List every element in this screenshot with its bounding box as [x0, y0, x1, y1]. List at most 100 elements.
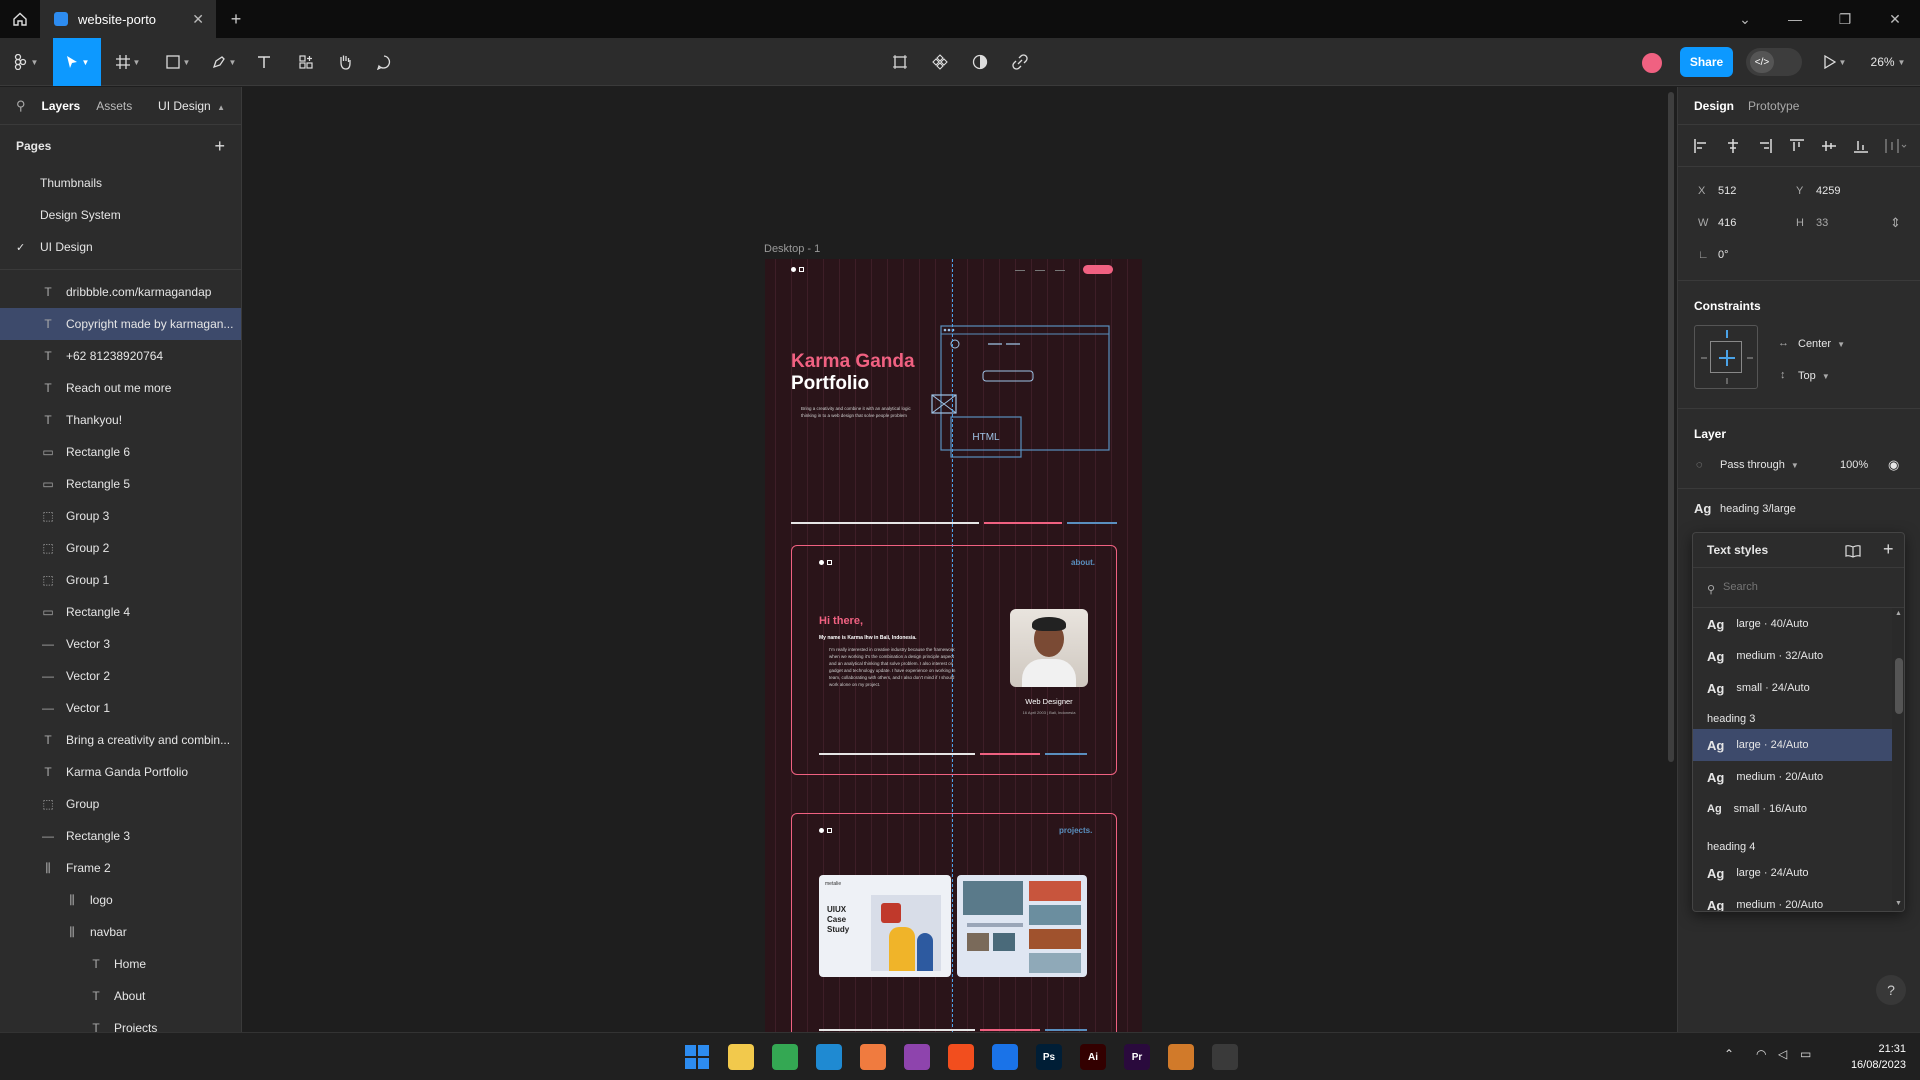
rotation-input[interactable]: 0° — [1718, 249, 1729, 261]
dev-mode-toggle[interactable]: </> — [1746, 48, 1802, 76]
align-left-icon[interactable] — [1694, 139, 1708, 153]
w-input[interactable]: 416 — [1718, 217, 1736, 229]
layer-item[interactable]: ▭ Rectangle 6 — [0, 436, 241, 468]
contrast-icon[interactable] — [968, 38, 992, 86]
popup-scrollbar-thumb[interactable] — [1895, 658, 1903, 714]
help-icon[interactable]: ? — [1876, 975, 1906, 1005]
layer-item[interactable]: T Home — [0, 948, 241, 980]
close-window-icon[interactable]: ✕ — [1870, 0, 1920, 38]
zoom-dropdown[interactable]: 26% ▼ — [1866, 38, 1910, 86]
layer-item[interactable]: ⬚ Group 2 — [0, 532, 241, 564]
scroll-up-icon[interactable]: ▲ — [1895, 610, 1902, 617]
layer-item[interactable]: T Copyright made by karmagan... — [0, 308, 241, 340]
tab-list-chevron-icon[interactable]: ⌄ — [1720, 0, 1770, 38]
visibility-eye-icon[interactable]: ◉ — [1888, 457, 1899, 473]
vertical-constraint-select[interactable]: Top ▼ — [1798, 370, 1830, 382]
page-item-ui-design[interactable]: ✓ UI Design — [0, 231, 241, 263]
minimize-icon[interactable]: — — [1770, 0, 1820, 38]
layer-item[interactable]: T Thankyou! — [0, 404, 241, 436]
layer-item[interactable]: T Reach out me more — [0, 372, 241, 404]
shape-tool-icon[interactable]: ▼ — [160, 38, 196, 86]
text-style-row[interactable]: Ag small · 16/Auto — [1693, 793, 1892, 825]
illustrator-icon[interactable]: Ai — [1080, 1044, 1106, 1070]
layer-item[interactable]: T Bring a creativity and combin... — [0, 724, 241, 756]
link-icon[interactable] — [1008, 38, 1032, 86]
system-clock[interactable]: 21:31 16/08/2023 — [1851, 1041, 1906, 1073]
file-tab[interactable]: website-porto ✕ — [40, 0, 216, 38]
page-item-thumbnails[interactable]: Thumbnails — [0, 167, 241, 199]
resources-tool-icon[interactable] — [294, 38, 318, 86]
text-style-row[interactable]: Ag medium · 20/Auto — [1693, 889, 1892, 912]
file-explorer-icon[interactable] — [728, 1044, 754, 1070]
layer-item[interactable]: — Vector 1 — [0, 692, 241, 724]
user-avatar[interactable] — [1640, 51, 1664, 75]
tab-assets[interactable]: Assets — [96, 99, 132, 113]
text-style-row[interactable]: Ag large · 40/Auto — [1693, 608, 1892, 640]
add-page-icon[interactable]: + — [214, 136, 225, 157]
layer-item[interactable]: — Vector 3 — [0, 628, 241, 660]
hand-tool-icon[interactable] — [333, 38, 357, 86]
wifi-icon[interactable]: ◠ — [1756, 1047, 1766, 1061]
x-input[interactable]: 512 — [1718, 185, 1736, 197]
vscode-icon[interactable] — [816, 1044, 842, 1070]
popup-scrollbar-track[interactable]: ▲ ▼ — [1892, 608, 1904, 911]
align-center-horizontal-icon[interactable] — [1726, 139, 1740, 153]
pen-tool-icon[interactable]: ▼ — [206, 38, 242, 86]
github-desktop-icon[interactable] — [904, 1044, 930, 1070]
new-tab-icon[interactable]: + — [216, 9, 256, 30]
distribute-icon[interactable] — [1885, 139, 1907, 153]
text-style-row[interactable]: Ag medium · 20/Auto — [1693, 761, 1892, 793]
restore-icon[interactable]: ❐ — [1820, 0, 1870, 38]
home-icon[interactable] — [0, 0, 40, 38]
constrain-proportions-icon[interactable]: ⇕ — [1890, 215, 1901, 231]
windows-start-icon[interactable] — [684, 1044, 710, 1070]
search-layers-icon[interactable]: ⚲ — [16, 98, 26, 114]
share-button[interactable]: Share — [1680, 47, 1733, 77]
canvas-scrollbar[interactable] — [1668, 92, 1674, 762]
figma-icon[interactable] — [948, 1044, 974, 1070]
frame-selection-icon[interactable] — [888, 38, 912, 86]
close-tab-icon[interactable]: ✕ — [192, 11, 204, 28]
layer-item[interactable]: ▭ Rectangle 4 — [0, 596, 241, 628]
main-menu-icon[interactable]: ▼ — [10, 38, 42, 86]
layer-item[interactable]: — Rectangle 3 — [0, 820, 241, 852]
text-style-row[interactable]: Ag large · 24/Auto — [1693, 857, 1892, 889]
desktop-frame[interactable]: Karma Ganda Portfolio Bring a creativity… — [765, 259, 1142, 1032]
add-text-style-icon[interactable]: + — [1883, 539, 1894, 560]
battery-icon[interactable]: ▭ — [1800, 1047, 1811, 1061]
component-icon[interactable] — [928, 38, 952, 86]
photoshop-icon[interactable]: Ps — [1036, 1044, 1062, 1070]
y-input[interactable]: 4259 — [1816, 185, 1840, 197]
text-style-name[interactable]: heading 3/large — [1720, 503, 1796, 515]
volume-icon[interactable]: ◁ — [1778, 1047, 1787, 1061]
canvas[interactable]: Desktop - 1 Karma Ganda Portfolio Bring … — [243, 87, 1677, 1032]
tab-design[interactable]: Design — [1694, 99, 1734, 113]
layer-item[interactable]: T +62 81238920764 — [0, 340, 241, 372]
frame-label[interactable]: Desktop - 1 — [764, 243, 820, 255]
align-right-icon[interactable] — [1758, 139, 1772, 153]
align-bottom-icon[interactable] — [1854, 139, 1868, 153]
comment-tool-icon[interactable] — [372, 38, 396, 86]
blend-mode-select[interactable]: Pass through ▼ — [1720, 459, 1799, 471]
calculator-icon[interactable] — [1212, 1044, 1238, 1070]
tray-chevron-icon[interactable]: ⌃ — [1724, 1047, 1734, 1061]
horizontal-constraint-select[interactable]: Center ▼ — [1798, 338, 1845, 350]
layer-item[interactable]: ⬚ Group 3 — [0, 500, 241, 532]
page-selector[interactable]: UI Design ▲ — [158, 99, 225, 113]
align-center-vertical-icon[interactable] — [1822, 139, 1836, 153]
text-style-row[interactable]: Ag medium · 32/Auto — [1693, 640, 1892, 672]
text-style-row[interactable]: Ag small · 24/Auto — [1693, 672, 1892, 704]
layer-item[interactable]: Tdribbble.com/karmagandap — [0, 276, 241, 308]
xampp-icon[interactable] — [860, 1044, 886, 1070]
align-top-icon[interactable] — [1790, 139, 1804, 153]
library-book-icon[interactable] — [1845, 544, 1861, 558]
chrome-icon[interactable] — [772, 1044, 798, 1070]
scroll-down-icon[interactable]: ▼ — [1895, 900, 1902, 907]
layer-item[interactable]: ⬚ Group 1 — [0, 564, 241, 596]
layer-item[interactable]: ⫼ Frame 2 — [0, 852, 241, 884]
layer-item[interactable]: T About — [0, 980, 241, 1012]
frame-tool-icon[interactable]: ▼ — [110, 38, 146, 86]
framer-icon[interactable] — [992, 1044, 1018, 1070]
constraint-widget[interactable] — [1694, 325, 1758, 389]
present-play-icon[interactable]: ▼ — [1820, 38, 1850, 86]
